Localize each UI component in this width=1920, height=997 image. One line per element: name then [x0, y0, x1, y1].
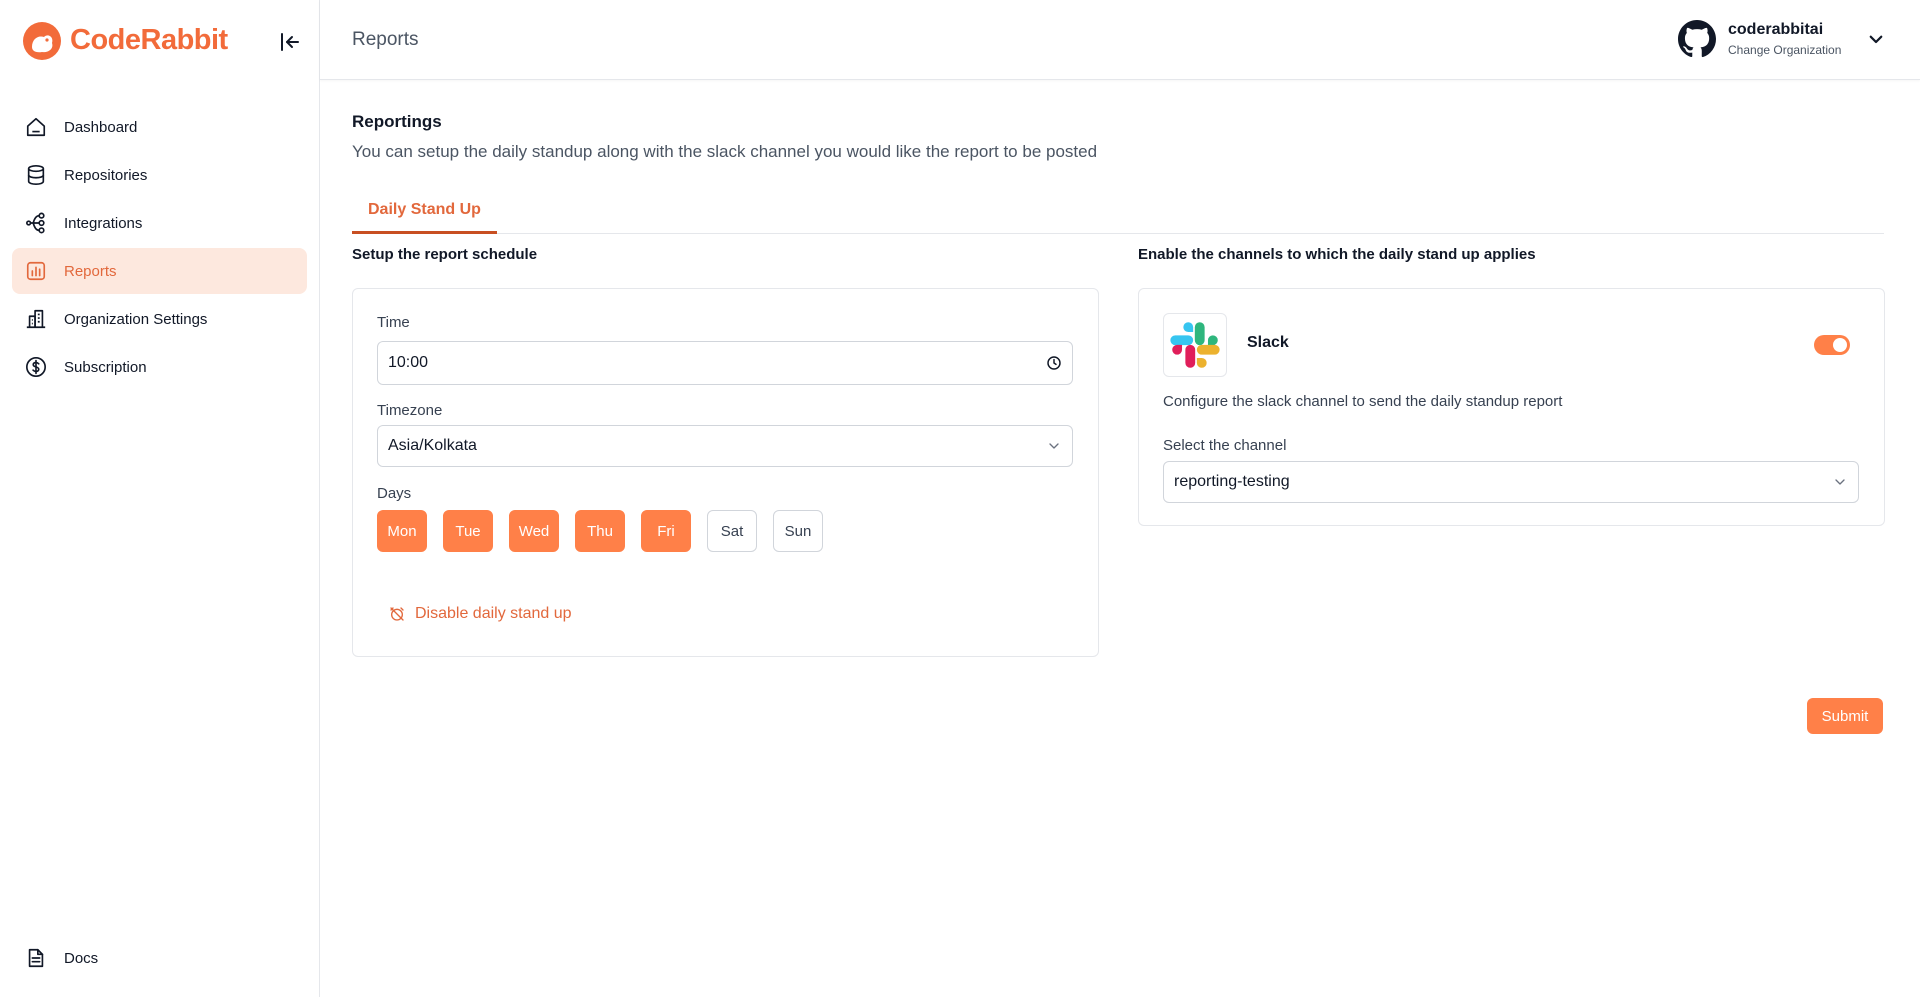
building-icon [24, 307, 48, 331]
sidebar-item-label: Integrations [64, 214, 143, 232]
sidebar-item-subscription[interactable]: Subscription [12, 344, 307, 390]
collapse-left-icon [278, 30, 302, 54]
submit-button[interactable]: Submit [1807, 698, 1883, 734]
timezone-value: Asia/Kolkata [388, 437, 477, 454]
channel-select[interactable]: reporting-testing [1163, 461, 1859, 503]
home-icon [24, 115, 48, 139]
sidebar-item-dashboard[interactable]: Dashboard [12, 104, 307, 150]
sidebar-nav: Dashboard Repositories Integrations Repo… [12, 104, 307, 392]
dollar-circle-icon [24, 355, 48, 379]
day-sun[interactable]: Sun [773, 510, 823, 552]
section-heading: Reportings [352, 112, 442, 131]
channel-value: reporting-testing [1174, 473, 1290, 490]
disable-daily-standup-link[interactable]: Disable daily stand up [389, 605, 572, 623]
days-label: Days [377, 485, 412, 502]
sidebar-item-label: Docs [64, 949, 99, 967]
chevron-down-icon [1867, 30, 1885, 48]
day-mon[interactable]: Mon [377, 510, 427, 552]
organization-name: coderabbitai [1728, 21, 1824, 38]
day-wed[interactable]: Wed [509, 510, 559, 552]
change-organization-label: Change Organization [1728, 43, 1842, 57]
channels-section-title: Enable the channels to which the daily s… [1138, 246, 1536, 263]
timezone-label: Timezone [377, 402, 443, 419]
organization-info: coderabbitai Change Organization [1728, 21, 1841, 57]
sidebar-item-label: Subscription [64, 358, 147, 376]
alarm-off-icon [389, 606, 405, 622]
chevron-down-icon [1832, 474, 1848, 490]
day-thu[interactable]: Thu [575, 510, 625, 552]
time-value: 10:00 [388, 354, 429, 371]
sidebar-item-label: Dashboard [64, 118, 138, 136]
brand-name: CodeRabbit [70, 23, 228, 56]
clock-icon [1046, 355, 1062, 371]
schedule-section-title: Setup the report schedule [352, 246, 538, 263]
slack-name: Slack [1247, 334, 1289, 351]
day-sat[interactable]: Sat [707, 510, 757, 552]
rabbit-logo-icon [20, 19, 64, 61]
day-tue[interactable]: Tue [443, 510, 493, 552]
chart-icon [24, 259, 48, 283]
sidebar-item-reports[interactable]: Reports [12, 248, 307, 294]
slack-logo [1163, 313, 1227, 377]
timezone-select[interactable]: Asia/Kolkata [377, 425, 1073, 467]
collapse-sidebar-button[interactable] [276, 28, 304, 56]
chevron-down-icon [1046, 438, 1062, 454]
sidebar-item-repositories[interactable]: Repositories [12, 152, 307, 198]
sidebar-item-label: Repositories [64, 166, 148, 184]
page-title: Reports [352, 29, 419, 50]
brand-logo[interactable]: CodeRabbit [20, 19, 228, 61]
tab-daily-stand-up[interactable]: Daily Stand Up [352, 189, 497, 234]
sidebar-item-organization-settings[interactable]: Organization Settings [12, 296, 307, 342]
slack-enable-toggle[interactable] [1814, 335, 1850, 355]
channel-label: Select the channel [1163, 437, 1287, 454]
sidebar-item-label: Organization Settings [64, 310, 208, 328]
sidebar: CodeRabbit Dashboard Repositories Integr… [0, 0, 320, 997]
time-input[interactable]: 10:00 [377, 341, 1073, 385]
slack-icon [1170, 320, 1220, 370]
sidebar-item-label: Reports [64, 262, 117, 280]
day-fri[interactable]: Fri [641, 510, 691, 552]
section-description: You can setup the daily standup along wi… [352, 142, 1098, 161]
integrations-icon [24, 211, 48, 235]
time-label: Time [377, 314, 410, 331]
database-icon [24, 163, 48, 187]
sidebar-item-integrations[interactable]: Integrations [12, 200, 307, 246]
sidebar-bottom: Docs [12, 935, 307, 983]
slack-card: Slack Configure the slack channel to sen… [1138, 288, 1885, 526]
tab-bar: Daily Stand Up [352, 189, 1884, 234]
disable-daily-standup-label: Disable daily stand up [415, 605, 572, 622]
schedule-card: Time 10:00 Timezone Asia/Kolkata Days Mo… [352, 288, 1099, 657]
slack-description: Configure the slack channel to send the … [1163, 393, 1563, 410]
sidebar-item-docs[interactable]: Docs [12, 935, 307, 981]
organization-switcher[interactable]: coderabbitai Change Organization [1678, 20, 1885, 58]
github-icon [1678, 20, 1716, 58]
days-selector: Mon Tue Wed Thu Fri Sat Sun [377, 510, 823, 552]
toggle-knob [1833, 338, 1847, 352]
top-header: Reports coderabbitai Change Organization [320, 0, 1920, 80]
document-icon [24, 946, 48, 970]
